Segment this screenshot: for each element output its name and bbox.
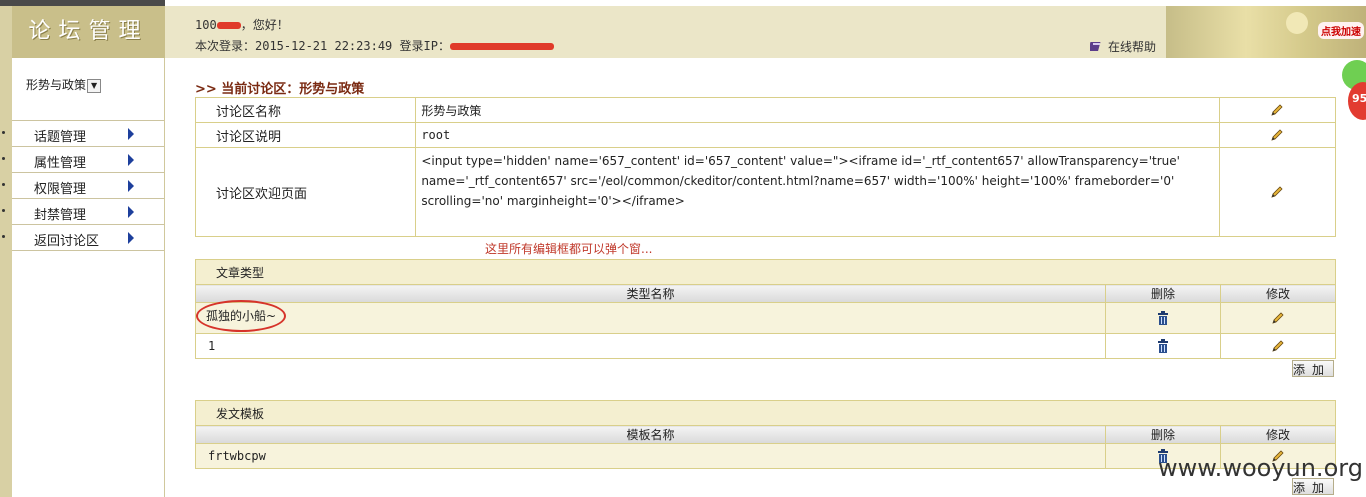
sidebar-item-label: 封禁管理 — [34, 208, 87, 223]
online-help-label: 在线帮助 — [1107, 40, 1156, 54]
bullet-icon — [2, 157, 5, 160]
edit-cell — [1220, 333, 1336, 359]
decoration-shape — [1286, 12, 1308, 34]
pencil-icon[interactable] — [1270, 103, 1284, 117]
arrow-right-icon — [128, 154, 134, 166]
redacted-ip — [449, 43, 554, 50]
greeting-suffix: ，您好！ — [240, 18, 289, 32]
header-bar: 100 ，您好！ 本次登录：2015-12-21 22:23:49 登录IP： 在… — [165, 6, 1166, 58]
sidebar-menu: 话题管理 属性管理 权限管理 封禁管理 返回讨论区 — [2, 120, 164, 251]
annotation-note: 这里所有编辑框都可以弹个窗... — [485, 242, 653, 256]
chevron-down-icon[interactable]: ▼ — [87, 78, 102, 93]
left-edge-bar — [0, 6, 12, 497]
arrow-right-icon — [128, 206, 134, 218]
type-name-cell: 孤独的小船~ — [195, 300, 1106, 334]
column-header: 删除 — [1105, 425, 1221, 444]
bullet-icon — [2, 235, 5, 238]
forum-name-value: 形势与政策 — [415, 97, 1220, 123]
arrow-right-icon — [128, 128, 134, 140]
type-name: 1 — [195, 333, 1106, 359]
table-row: 1 — [195, 333, 1336, 359]
sidebar-item-label: 权限管理 — [34, 182, 87, 197]
article-types-table: 文章类型 类型名称 删除 修改 孤独的小船~ 1 — [195, 259, 1336, 359]
edit-cell — [1218, 147, 1337, 237]
row-label: 讨论区欢迎页面 — [194, 147, 417, 237]
column-header: 类型名称 — [195, 284, 1106, 303]
red-circle-highlight: 孤独的小船~ — [196, 300, 287, 332]
row-label: 讨论区名称 — [194, 97, 417, 123]
pencil-icon[interactable] — [1271, 339, 1285, 353]
redacted-mark — [216, 22, 241, 29]
delete-cell — [1105, 333, 1221, 359]
sidebar-item-label: 话题管理 — [34, 130, 87, 145]
sidebar-item-ban-management[interactable]: 封禁管理 — [2, 199, 164, 225]
sidebar: 形势与政策 ▼ 话题管理 属性管理 权限管理 封禁管理 返回讨论区 — [2, 58, 165, 497]
trash-icon[interactable] — [1157, 339, 1169, 354]
forum-select-value: 形势与政策 — [26, 78, 87, 92]
online-help-link[interactable]: 在线帮助 — [1088, 38, 1156, 55]
pencil-icon[interactable] — [1270, 185, 1284, 199]
bullet-icon — [2, 209, 5, 212]
table-header: 类型名称 删除 修改 — [195, 284, 1336, 303]
add-article-type-button[interactable]: 添加 — [1292, 360, 1334, 377]
pencil-icon[interactable] — [1270, 128, 1284, 142]
promo-badge[interactable]: 点我加速 — [1318, 22, 1364, 39]
arrow-right-icon — [128, 180, 134, 192]
table-header: 模板名称 删除 修改 — [195, 425, 1336, 444]
trash-icon[interactable] — [1157, 311, 1169, 326]
table-row: 讨论区名称 形势与政策 — [194, 97, 1337, 123]
pencil-icon[interactable] — [1271, 311, 1285, 325]
column-header: 模板名称 — [195, 425, 1106, 444]
arrow-right-icon — [128, 232, 134, 244]
sidebar-item-label: 属性管理 — [34, 156, 87, 171]
edit-cell — [1218, 122, 1337, 148]
login-info: 本次登录：2015-12-21 22:23:49 登录IP： — [195, 37, 554, 54]
sidebar-item-permission-management[interactable]: 权限管理 — [2, 173, 164, 199]
row-label: 讨论区说明 — [194, 122, 417, 148]
type-name: 孤独的小船~ — [206, 309, 277, 323]
forum-admin-logo: 论坛管理 — [12, 6, 165, 58]
breadcrumb: >> 当前讨论区：形势与政策 — [195, 82, 365, 97]
sidebar-item-back-to-forum[interactable]: 返回讨论区 — [2, 225, 164, 251]
bullet-icon — [2, 183, 5, 186]
sidebar-item-topic-management[interactable]: 话题管理 — [2, 120, 164, 147]
login-label: 本次登录：2015-12-21 22:23:49 登录IP： — [195, 39, 450, 53]
table-row: 讨论区欢迎页面 <input type='hidden' name='657_c… — [194, 147, 1337, 237]
welcome-page-value: <input type='hidden' name='657_content' … — [415, 147, 1220, 237]
column-header: 修改 — [1220, 284, 1336, 303]
greeting-user: 100 — [195, 18, 217, 32]
watermark: www.wooyun.org — [1158, 454, 1363, 482]
column-header: 修改 — [1220, 425, 1336, 444]
section-title: 发文模板 — [195, 400, 1336, 426]
sidebar-item-attribute-management[interactable]: 属性管理 — [2, 147, 164, 173]
book-icon — [1088, 42, 1101, 51]
sidebar-item-label: 返回讨论区 — [34, 234, 100, 249]
section-title: 文章类型 — [195, 259, 1336, 285]
template-name: frtwbcpw — [195, 443, 1106, 469]
delete-cell — [1105, 302, 1221, 334]
bullet-icon — [2, 131, 5, 134]
greeting: 100 ，您好！ — [195, 16, 289, 33]
counter-ball[interactable]: 95 — [1348, 82, 1366, 120]
column-header: 删除 — [1105, 284, 1221, 303]
forum-select[interactable]: 形势与政策 ▼ — [26, 76, 102, 93]
edit-cell — [1218, 97, 1337, 123]
table-row: 讨论区说明 root — [194, 122, 1337, 148]
table-row: 孤独的小船~ — [195, 300, 1336, 334]
edit-cell — [1220, 302, 1336, 334]
forum-desc-value: root — [415, 122, 1220, 148]
forum-info-table: 讨论区名称 形势与政策 讨论区说明 root 讨论区欢迎页面 <input ty… — [194, 97, 1337, 237]
